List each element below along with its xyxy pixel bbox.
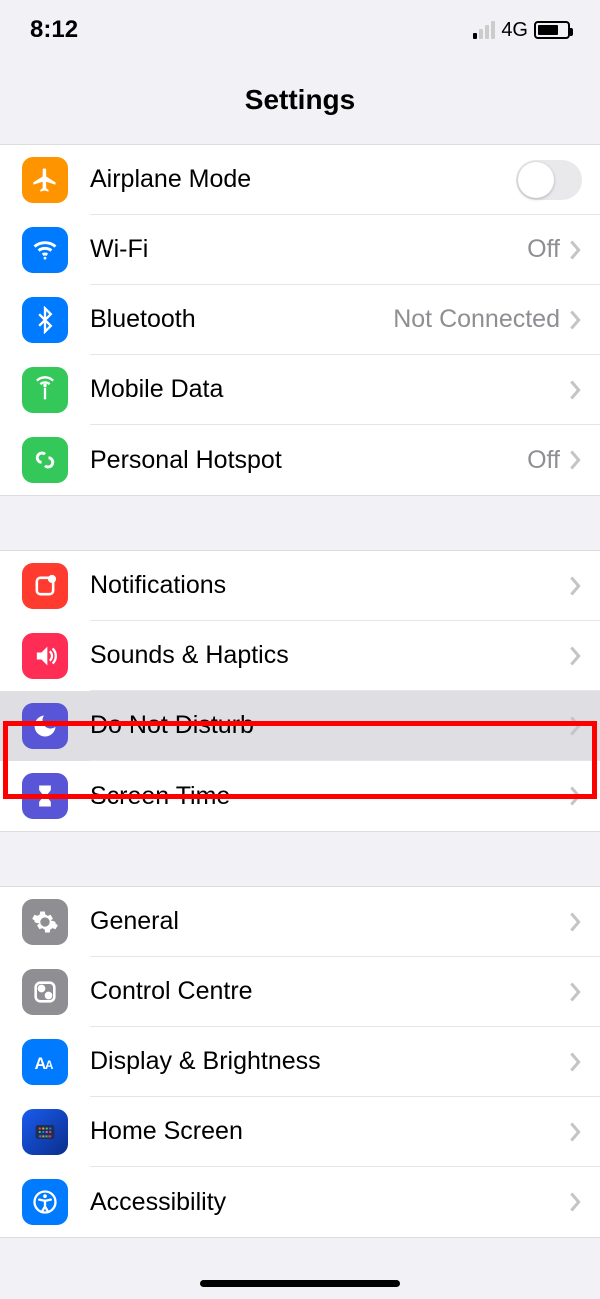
- wifi-icon: [22, 227, 68, 273]
- section-general: General Control Centre AA Display & Brig…: [0, 886, 600, 1238]
- label-bluetooth: Bluetooth: [90, 305, 393, 334]
- page-title: Settings: [0, 60, 600, 144]
- chevron-icon: [568, 715, 582, 737]
- home-indicator[interactable]: [200, 1280, 400, 1287]
- gear-icon: [22, 899, 68, 945]
- label-control-centre: Control Centre: [90, 977, 568, 1006]
- chevron-icon: [568, 645, 582, 667]
- row-bluetooth[interactable]: Bluetooth Not Connected: [0, 285, 600, 355]
- hotspot-icon: [22, 437, 68, 483]
- chevron-icon: [568, 1121, 582, 1143]
- section-connectivity: Airplane Mode Wi-Fi Off Bluetooth Not Co…: [0, 144, 600, 496]
- chevron-icon: [568, 911, 582, 933]
- chevron-icon: [568, 785, 582, 807]
- toggle-airplane-mode[interactable]: [516, 160, 582, 200]
- chevron-icon: [568, 239, 582, 261]
- chevron-icon: [568, 575, 582, 597]
- label-display-brightness: Display & Brightness: [90, 1047, 568, 1076]
- label-home-screen: Home Screen: [90, 1117, 568, 1146]
- label-general: General: [90, 907, 568, 936]
- label-wifi: Wi-Fi: [90, 235, 527, 264]
- label-accessibility: Accessibility: [90, 1188, 568, 1217]
- label-notifications: Notifications: [90, 571, 568, 600]
- row-notifications[interactable]: Notifications: [0, 551, 600, 621]
- row-accessibility[interactable]: Accessibility: [0, 1167, 600, 1237]
- cellular-signal-icon: [473, 21, 495, 39]
- airplane-icon: [22, 157, 68, 203]
- chevron-icon: [568, 449, 582, 471]
- label-do-not-disturb: Do Not Disturb: [90, 711, 568, 740]
- label-screen-time: Screen Time: [90, 782, 568, 811]
- chevron-icon: [568, 1051, 582, 1073]
- label-sounds-haptics: Sounds & Haptics: [90, 641, 568, 670]
- row-personal-hotspot[interactable]: Personal Hotspot Off: [0, 425, 600, 495]
- status-right: 4G: [473, 19, 570, 42]
- label-personal-hotspot: Personal Hotspot: [90, 446, 527, 475]
- svg-text:A: A: [45, 1059, 54, 1072]
- bluetooth-icon: [22, 297, 68, 343]
- row-screen-time[interactable]: Screen Time: [0, 761, 600, 831]
- row-home-screen[interactable]: Home Screen: [0, 1097, 600, 1167]
- label-mobile-data: Mobile Data: [90, 375, 568, 404]
- home-screen-icon: [22, 1109, 68, 1155]
- cellular-icon: [22, 367, 68, 413]
- control-centre-icon: [22, 969, 68, 1015]
- moon-icon: [22, 703, 68, 749]
- chevron-icon: [568, 309, 582, 331]
- sounds-icon: [22, 633, 68, 679]
- accessibility-icon: [22, 1179, 68, 1225]
- row-mobile-data[interactable]: Mobile Data: [0, 355, 600, 425]
- hourglass-icon: [22, 773, 68, 819]
- row-sounds-haptics[interactable]: Sounds & Haptics: [0, 621, 600, 691]
- network-type: 4G: [501, 19, 528, 42]
- notifications-icon: [22, 563, 68, 609]
- row-airplane-mode[interactable]: Airplane Mode: [0, 145, 600, 215]
- status-hotspot: Off: [527, 446, 560, 475]
- chevron-icon: [568, 379, 582, 401]
- chevron-icon: [568, 981, 582, 1003]
- row-general[interactable]: General: [0, 887, 600, 957]
- status-wifi: Off: [527, 235, 560, 264]
- status-time: 8:12: [30, 16, 78, 44]
- label-airplane-mode: Airplane Mode: [90, 165, 516, 194]
- status-bluetooth: Not Connected: [393, 305, 560, 334]
- row-do-not-disturb[interactable]: Do Not Disturb: [0, 691, 600, 761]
- display-icon: AA: [22, 1039, 68, 1085]
- row-control-centre[interactable]: Control Centre: [0, 957, 600, 1027]
- row-wifi[interactable]: Wi-Fi Off: [0, 215, 600, 285]
- section-notifications: Notifications Sounds & Haptics Do Not Di…: [0, 550, 600, 832]
- row-display-brightness[interactable]: AA Display & Brightness: [0, 1027, 600, 1097]
- chevron-icon: [568, 1191, 582, 1213]
- battery-icon: [534, 21, 570, 39]
- status-bar: 8:12 4G: [0, 0, 600, 60]
